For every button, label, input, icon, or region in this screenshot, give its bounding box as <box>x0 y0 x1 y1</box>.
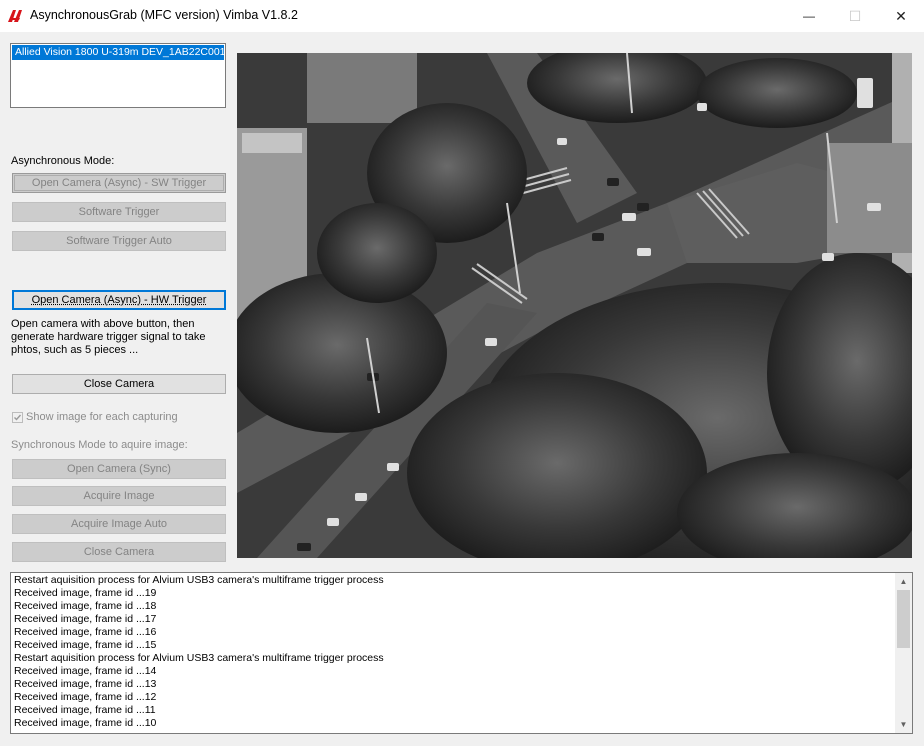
log-line: Received image, frame id ...19 <box>14 587 157 599</box>
window-title: AsynchronousGrab (MFC version) Vimba V1.… <box>30 8 298 22</box>
log-line: Received image, frame id ...15 <box>14 639 157 651</box>
log-line: Received image, frame id ...12 <box>14 691 157 703</box>
minimize-icon: — <box>803 9 815 23</box>
camera-image-view <box>237 53 912 558</box>
camera-list-item-selected[interactable]: Allied Vision 1800 U-319m DEV_1AB22C0019 <box>12 45 224 60</box>
checkbox-box[interactable] <box>12 411 23 423</box>
maximize-icon: ☐ <box>848 7 862 24</box>
log-line: Received image, frame id ...16 <box>14 626 157 638</box>
software-trigger-auto-button[interactable]: Software Trigger Auto <box>12 231 226 251</box>
scrollbar-thumb[interactable] <box>897 590 910 648</box>
async-mode-heading: Asynchronous Mode: <box>11 155 115 167</box>
software-trigger-button[interactable]: Software Trigger <box>12 202 226 222</box>
show-image-checkbox[interactable]: Show image for each capturing <box>12 411 178 423</box>
log-lines: Restart aquisition process for Alvium US… <box>14 574 384 730</box>
log-scrollbar[interactable]: ▲ ▼ <box>895 573 912 733</box>
show-image-label: Show image for each capturing <box>26 411 178 423</box>
sync-mode-heading: Synchronous Mode to aquire image: <box>11 439 188 451</box>
minimize-button[interactable]: — <box>786 0 832 32</box>
log-line: Received image, frame id ...18 <box>14 600 157 612</box>
log-line: Restart aquisition process for Alvium US… <box>14 574 384 586</box>
log-line: Received image, frame id ...17 <box>14 613 157 625</box>
camera-list[interactable]: Allied Vision 1800 U-319m DEV_1AB22C0019 <box>10 43 226 108</box>
log-line: Restart aquisition process for Alvium US… <box>14 652 384 664</box>
open-camera-sw-trigger-button[interactable]: Open Camera (Async) - SW Trigger <box>12 173 226 193</box>
log-line: Received image, frame id ...11 <box>14 704 156 716</box>
log-output[interactable]: Restart aquisition process for Alvium US… <box>10 572 913 734</box>
open-camera-sync-button[interactable]: Open Camera (Sync) <box>12 459 226 479</box>
close-window-button[interactable]: ✕ <box>878 0 924 32</box>
checkmark-icon <box>14 414 22 421</box>
log-line: Received image, frame id ...14 <box>14 665 157 677</box>
close-camera-async-button[interactable]: Close Camera <box>12 374 226 394</box>
acquire-image-auto-button[interactable]: Acquire Image Auto <box>12 514 226 534</box>
captured-image <box>237 53 912 558</box>
allied-vision-logo-icon <box>8 10 22 22</box>
scroll-up-arrow-icon[interactable]: ▲ <box>895 573 912 590</box>
close-icon: ✕ <box>895 7 907 24</box>
open-camera-hw-trigger-button[interactable]: Open Camera (Async) - HW Trigger <box>12 290 226 310</box>
acquire-image-button[interactable]: Acquire Image <box>12 486 226 506</box>
close-camera-sync-button[interactable]: Close Camera <box>12 542 226 562</box>
open-camera-hw-trigger-label: Open Camera (Async) - HW Trigger <box>31 294 207 306</box>
title-bar: AsynchronousGrab (MFC version) Vimba V1.… <box>0 0 924 32</box>
scroll-down-arrow-icon[interactable]: ▼ <box>895 716 912 733</box>
hw-trigger-description: Open camera with above button, then gene… <box>11 318 206 356</box>
log-line: Received image, frame id ...13 <box>14 678 157 690</box>
maximize-button[interactable]: ☐ <box>832 0 878 32</box>
log-line: Received image, frame id ...10 <box>14 717 157 729</box>
